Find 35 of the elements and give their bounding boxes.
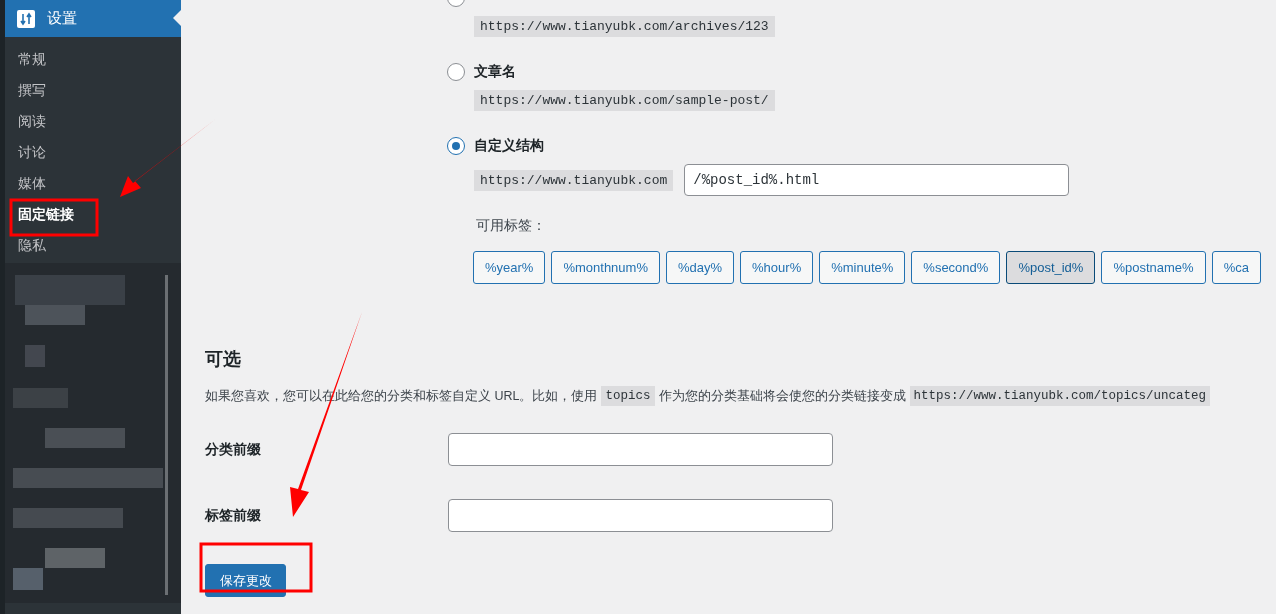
description-text: 作为您的分类基础将会使您的分类链接变成 (658, 387, 906, 405)
sidebar-item[interactable]: 讨论 (5, 137, 181, 168)
url-example: https://www.tianyubk.com/sample-post/ (474, 90, 775, 111)
sidebar-item[interactable]: 固定链接 (5, 199, 181, 230)
sidebar-item[interactable]: 隐私 (5, 230, 181, 261)
tag-button[interactable]: %postname% (1101, 251, 1206, 284)
option-label: 自定义结构 (474, 137, 544, 155)
option-label: 文章名 (474, 63, 516, 81)
settings-menu-header[interactable]: 设置 (5, 0, 181, 37)
tag-button[interactable]: %year% (473, 251, 546, 284)
tag-button[interactable]: %post_id% (1006, 251, 1096, 284)
tag-button[interactable]: %monthnum% (551, 251, 660, 284)
tag-button[interactable]: %day% (665, 251, 735, 284)
field-label: 标签前缀 (205, 506, 262, 525)
url-example: https://www.tianyubk.com/archives/123 (474, 16, 775, 37)
sidebar-item[interactable]: 撰写 (5, 75, 181, 106)
sidebar-item[interactable]: 阅读 (5, 106, 181, 137)
code-snippet: https://www.tianyubk.com/topics/uncateg (909, 386, 1211, 406)
tag-button[interactable]: %minute% (819, 251, 906, 284)
radio-button[interactable] (447, 63, 465, 81)
tag-button[interactable]: %ca (1211, 251, 1261, 284)
sidebar-item[interactable]: 媒体 (5, 168, 181, 199)
code-snippet: topics (601, 386, 655, 406)
field-label: 分类前缀 (205, 440, 262, 459)
sidebar-item[interactable]: 常规 (5, 44, 181, 75)
tag-button[interactable]: %hour% (740, 251, 814, 284)
sliders-icon (17, 9, 35, 28)
url-example: https://www.tianyubk.com (474, 169, 674, 191)
input-field[interactable] (448, 433, 833, 466)
structure-input[interactable]: /%post_id%.html (684, 164, 1070, 196)
section-title: 可选 (205, 348, 242, 371)
input-field[interactable] (448, 499, 833, 532)
available-tags-label: 可用标签： (476, 217, 547, 235)
tag-button[interactable]: %second% (911, 251, 1001, 284)
radio-button[interactable] (447, 137, 465, 155)
